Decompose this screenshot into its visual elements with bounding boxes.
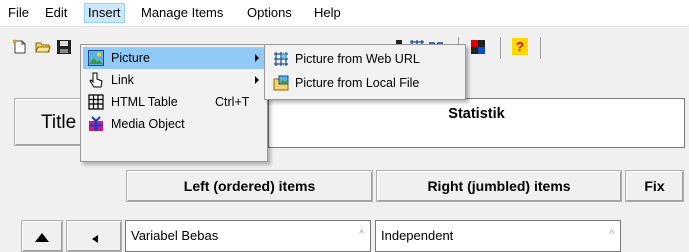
left-item-field[interactable]: Variabel Bebas ^ — [125, 220, 371, 252]
fix-button[interactable]: Fix — [625, 170, 684, 202]
html-table-shortcut: Ctrl+T — [215, 95, 250, 109]
menu-options[interactable]: Options — [244, 4, 295, 22]
toolbar-separator — [500, 37, 501, 59]
menu-help[interactable]: Help — [311, 4, 344, 22]
move-up-button[interactable] — [21, 220, 63, 252]
local-picture-icon — [273, 75, 289, 91]
open-folder-icon[interactable] — [35, 39, 51, 55]
title-value: Statistik — [448, 106, 505, 122]
menu-item-media-object[interactable]: Media Object — [83, 113, 265, 135]
scroll-up-icon[interactable]: ^ — [359, 229, 364, 240]
right-items-header[interactable]: Right (jumbled) items — [376, 170, 622, 202]
left-items-header[interactable]: Left (ordered) items — [126, 170, 373, 202]
menu-item-picture-from-web-url[interactable]: Picture from Web URL — [267, 48, 463, 70]
up-arrow-icon — [35, 233, 49, 242]
puzzle-icon[interactable] — [470, 39, 486, 55]
menu-bar: File Edit Insert Manage Items Options He… — [0, 0, 689, 27]
title-field[interactable]: Statistik — [268, 98, 685, 148]
menu-item-link[interactable]: Link — [83, 69, 265, 91]
scroll-up-icon[interactable]: ^ — [609, 229, 614, 240]
new-file-icon[interactable] — [12, 39, 28, 55]
picture-submenu: Picture from Web URL Picture from Local … — [264, 44, 466, 100]
submenu-arrow-icon — [255, 76, 259, 84]
web-picture-icon — [274, 52, 288, 66]
menu-item-picture[interactable]: Picture — [83, 47, 265, 69]
media-object-label: Media Object — [111, 117, 185, 131]
left-item-text: Variabel Bebas — [131, 228, 219, 243]
help-icon[interactable]: ? — [512, 38, 528, 55]
toolbar-separator — [540, 37, 541, 59]
move-left-button[interactable] — [66, 220, 122, 252]
menu-item-picture-from-local-file[interactable]: Picture from Local File — [267, 72, 463, 94]
menu-insert[interactable]: Insert — [84, 3, 125, 23]
link-label: Link — [111, 73, 134, 87]
menu-file[interactable]: File — [5, 4, 32, 22]
menu-edit[interactable]: Edit — [42, 4, 70, 22]
picture-from-local-file-label: Picture from Local File — [295, 76, 420, 90]
menu-item-html-table[interactable]: HTML Table Ctrl+T — [83, 91, 265, 113]
html-table-label: HTML Table — [111, 95, 178, 109]
picture-icon — [88, 50, 104, 66]
table-icon — [88, 94, 104, 110]
right-item-text: Independent — [381, 228, 454, 243]
picture-from-web-url-label: Picture from Web URL — [295, 52, 420, 66]
picture-label: Picture — [111, 51, 150, 65]
save-icon[interactable] — [56, 39, 72, 55]
submenu-arrow-icon — [255, 54, 259, 62]
right-item-field[interactable]: Independent ^ — [375, 220, 621, 252]
gift-icon — [89, 116, 103, 131]
insert-menu: Picture Link HTML Table Ctrl+T Media Obj… — [80, 44, 268, 162]
hand-pointer-icon — [89, 72, 103, 88]
left-arrow-icon — [92, 235, 98, 243]
menu-manage-items[interactable]: Manage Items — [138, 4, 226, 22]
